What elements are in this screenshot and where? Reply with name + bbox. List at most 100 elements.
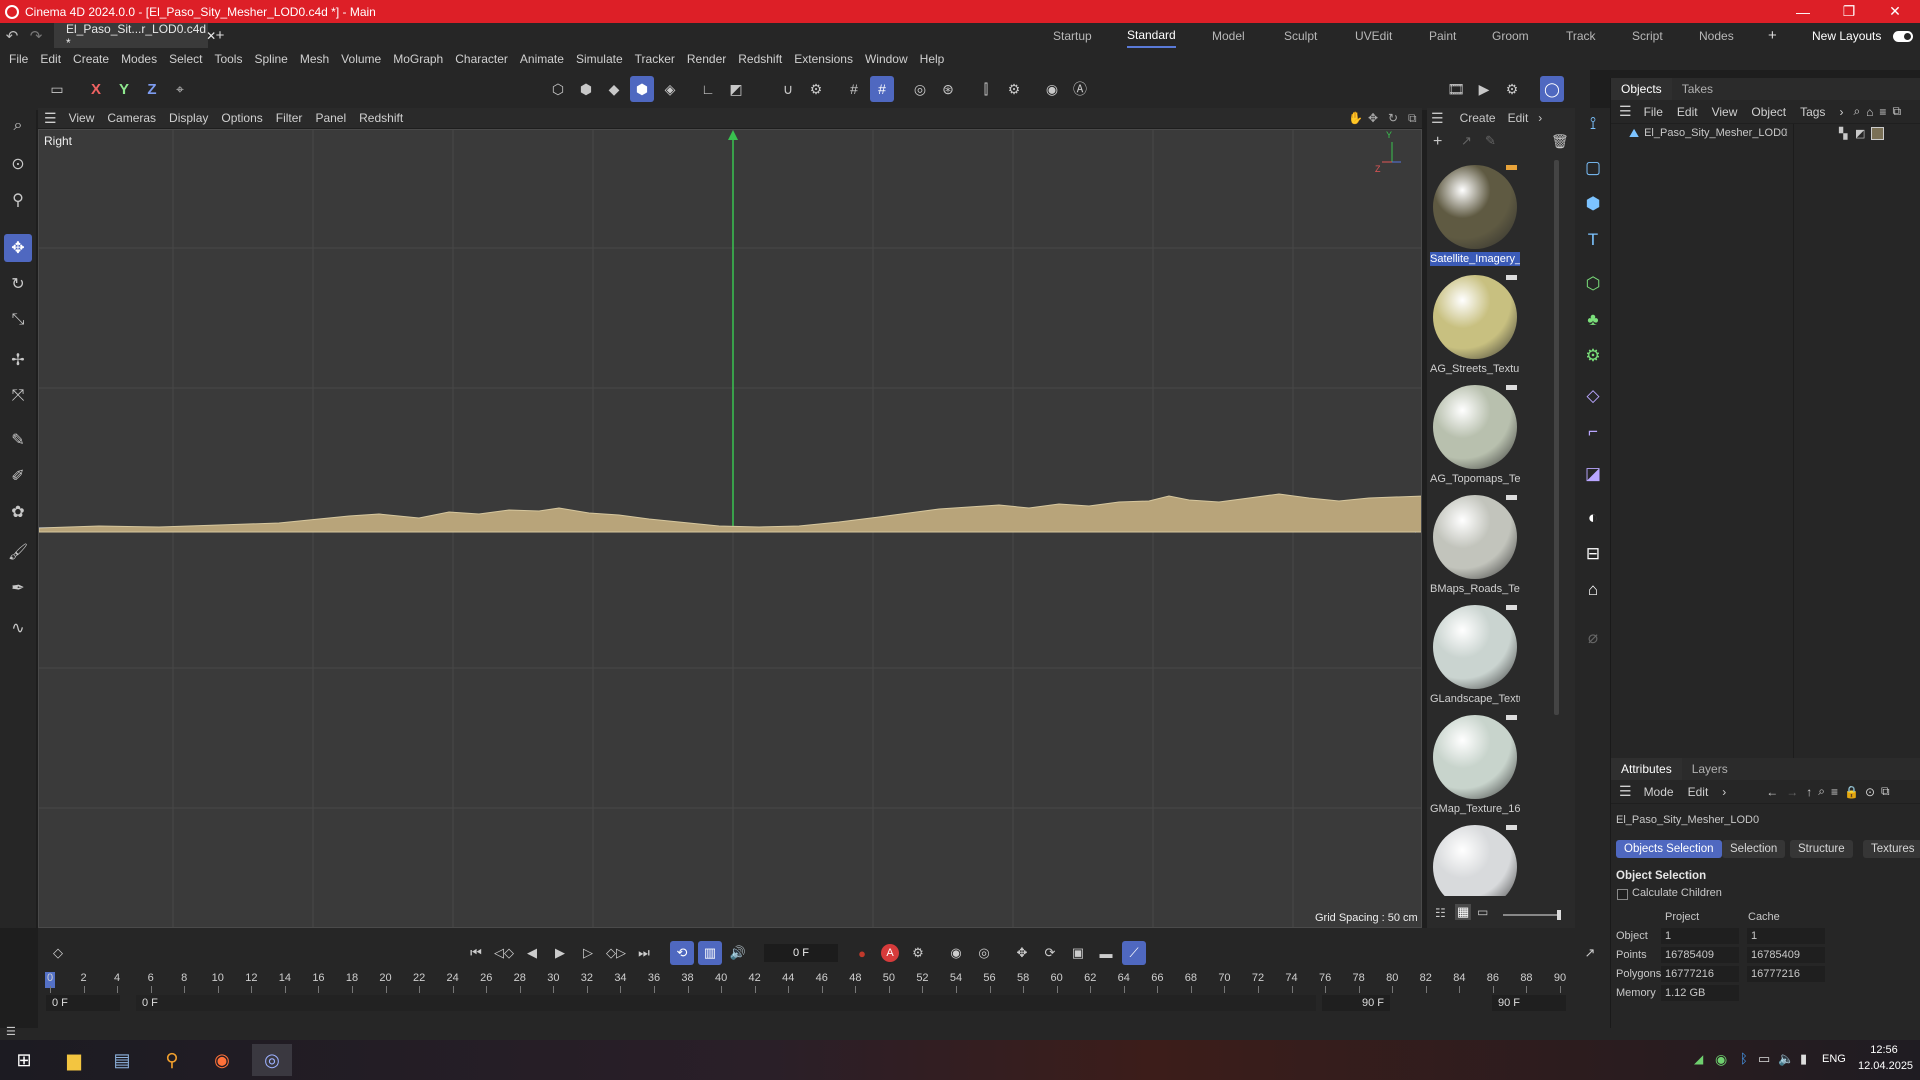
up-arrow-icon[interactable]: ↑ bbox=[1806, 785, 1812, 799]
viewport-menu-options[interactable]: Options bbox=[221, 111, 262, 125]
soft-selection-icon[interactable]: ◎ bbox=[908, 76, 932, 102]
tweak-mode-icon[interactable]: ⊛ bbox=[936, 76, 960, 102]
transform-tool-icon[interactable]: ✢ bbox=[4, 346, 32, 374]
objects-menu-edit[interactable]: Edit bbox=[1677, 105, 1698, 119]
scale-tool-icon[interactable]: ⤡ bbox=[4, 306, 32, 334]
menu-create[interactable]: Create bbox=[73, 52, 109, 66]
material-menu-create[interactable]: Create bbox=[1460, 111, 1496, 125]
lock-icon[interactable]: 🔒 bbox=[1844, 785, 1859, 799]
uvw-tag-icon[interactable]: ◩ bbox=[1855, 127, 1865, 140]
viewport-menu-display[interactable]: Display bbox=[169, 111, 208, 125]
timeline-window-icon[interactable]: ↗ bbox=[1578, 941, 1602, 965]
viewport-rotate-icon[interactable]: ↻ bbox=[1388, 111, 1398, 125]
current-frame-field[interactable]: 0 F bbox=[764, 944, 838, 962]
spline-smooth-icon[interactable]: ∿ bbox=[4, 614, 32, 642]
menu-spline[interactable]: Spline bbox=[254, 52, 287, 66]
texture-tag-icon[interactable] bbox=[1871, 126, 1884, 140]
new-layouts-label[interactable]: New Layouts bbox=[1812, 23, 1881, 48]
next-key-icon[interactable]: ◇▷ bbox=[604, 941, 628, 965]
layout-tab-paint[interactable]: Paint bbox=[1429, 23, 1456, 48]
document-tab[interactable]: El_Paso_Sit...r_LOD0.c4d * ✕ bbox=[54, 22, 216, 50]
menu-volume[interactable]: Volume bbox=[341, 52, 381, 66]
maximize-button[interactable]: ❐ bbox=[1826, 0, 1872, 23]
previous-frame-icon[interactable]: ◀ bbox=[520, 941, 544, 965]
attributes-filter-icon[interactable]: ≡ bbox=[1831, 785, 1838, 799]
objects-menu-more-icon[interactable]: › bbox=[1839, 105, 1843, 119]
status-tray-icon[interactable]: ◉ bbox=[1715, 1051, 1727, 1068]
menu-mesh[interactable]: Mesh bbox=[300, 52, 329, 66]
layout-tab-standard[interactable]: Standard bbox=[1127, 23, 1176, 48]
grid-view-icon[interactable]: ▦ bbox=[1455, 904, 1472, 920]
large-view-icon[interactable]: ▭ bbox=[1477, 905, 1488, 919]
spline-pen-icon[interactable]: ✎ bbox=[4, 426, 32, 454]
material-item[interactable] bbox=[1430, 822, 1520, 896]
motion-system-icon[interactable]: ▬ bbox=[1094, 941, 1118, 965]
menu-simulate[interactable]: Simulate bbox=[576, 52, 623, 66]
menu-select[interactable]: Select bbox=[169, 52, 202, 66]
render-view-icon[interactable]: 🎞 bbox=[1444, 76, 1468, 102]
null-object-icon[interactable]: ⟟ bbox=[1579, 110, 1607, 138]
layout-tab-model[interactable]: Model bbox=[1212, 23, 1245, 48]
layout-tab-script[interactable]: Script bbox=[1632, 23, 1663, 48]
polygon-pen-icon[interactable]: ✿ bbox=[4, 498, 32, 526]
light-icon[interactable]: ⌂ bbox=[1579, 576, 1607, 604]
material-hamburger-icon[interactable]: ☰ bbox=[1431, 110, 1444, 127]
new-layouts-toggle[interactable] bbox=[1893, 31, 1913, 42]
menu-redshift[interactable]: Redshift bbox=[738, 52, 782, 66]
param-key-icon[interactable]: ✥ bbox=[1010, 941, 1034, 965]
list-view-icon[interactable]: ☷ bbox=[1435, 906, 1446, 920]
viewport-menu-filter[interactable]: Filter bbox=[276, 111, 303, 125]
objects-new-window-icon[interactable]: ⧉ bbox=[1892, 104, 1901, 119]
start-frame-field-a[interactable]: 0 F bbox=[46, 995, 120, 1011]
new-document-icon[interactable]: + bbox=[208, 27, 232, 44]
uv-mode-icon[interactable]: ◈ bbox=[658, 76, 682, 102]
material-menu-edit[interactable]: Edit bbox=[1508, 111, 1529, 125]
auto-key-icon[interactable]: A bbox=[878, 941, 902, 965]
menu-tracker[interactable]: Tracker bbox=[635, 52, 675, 66]
viewport-menu-cameras[interactable]: Cameras bbox=[107, 111, 156, 125]
rotation-key-icon[interactable]: ◎ bbox=[972, 941, 996, 965]
redo-icon[interactable]: ↷ bbox=[24, 23, 48, 48]
objects-menu-tags[interactable]: Tags bbox=[1800, 105, 1825, 119]
cinema4d-taskbar-icon[interactable]: ◎ bbox=[252, 1044, 292, 1076]
subdivision-icon[interactable]: ⬡ bbox=[1579, 270, 1607, 298]
play-mode-icon[interactable]: ▥ bbox=[698, 941, 722, 965]
attributes-menu-edit[interactable]: Edit bbox=[1688, 785, 1709, 799]
add-layout-icon[interactable]: + bbox=[1768, 23, 1777, 48]
menu-edit[interactable]: Edit bbox=[40, 52, 61, 66]
menu-tools[interactable]: Tools bbox=[214, 52, 242, 66]
object-row[interactable]: ⛰ El_Paso_Sity_Mesher_LOD0 ⁚ ▚ ◩ bbox=[1611, 124, 1920, 142]
go-to-start-icon[interactable]: ⏮ bbox=[464, 941, 488, 965]
render-to-picture-viewer-icon[interactable]: ▶ bbox=[1472, 76, 1496, 102]
status-menu-icon[interactable]: ☰ bbox=[6, 1025, 16, 1038]
texture-mode-icon[interactable]: ◩ bbox=[724, 76, 748, 102]
position-key-icon[interactable]: ◉ bbox=[944, 941, 968, 965]
material-item[interactable]: GMap_Texture_16 bbox=[1430, 712, 1520, 816]
record-icon[interactable]: ● bbox=[850, 941, 874, 965]
battery-icon[interactable]: ▮ bbox=[1800, 1051, 1807, 1067]
symmetry-settings-icon[interactable]: ⚙ bbox=[1002, 76, 1026, 102]
loop-icon[interactable]: ⟲ bbox=[670, 941, 694, 965]
menu-file[interactable]: File bbox=[9, 52, 28, 66]
plane-object-icon[interactable]: ▢ bbox=[1579, 154, 1607, 182]
minimize-button[interactable]: — bbox=[1780, 0, 1826, 23]
render-settings-icon[interactable]: ⚙ bbox=[1500, 76, 1524, 102]
attributes-hamburger-icon[interactable]: ☰ bbox=[1619, 783, 1632, 800]
calculate-children-checkbox[interactable] bbox=[1617, 889, 1628, 900]
attributes-menu-mode[interactable]: Mode bbox=[1644, 785, 1674, 799]
layout-tab-sculpt[interactable]: Sculpt bbox=[1284, 23, 1317, 48]
snap-settings-icon[interactable]: ⚙ bbox=[804, 76, 828, 102]
preview-size-slider[interactable] bbox=[1503, 910, 1561, 920]
material-item[interactable]: AG_Streets_Textur bbox=[1430, 272, 1520, 376]
end-frame-field-a[interactable]: 90 F bbox=[1322, 995, 1390, 1011]
text-object-icon[interactable]: T bbox=[1579, 226, 1607, 254]
viewport-maximize-icon[interactable]: ⧉ bbox=[1408, 111, 1417, 126]
viewport-pan-icon[interactable]: ✋ bbox=[1348, 111, 1363, 125]
clock-date[interactable]: 12.04.2025 bbox=[1858, 1060, 1913, 1072]
attributes-menu-more-icon[interactable]: › bbox=[1722, 785, 1726, 799]
grid-snap-icon[interactable]: # bbox=[842, 76, 866, 102]
viewport-menu-view[interactable]: View bbox=[69, 111, 95, 125]
nvidia-tray-icon[interactable]: ◢ bbox=[1694, 1052, 1703, 1066]
axis-mode-icon[interactable]: ∟ bbox=[696, 76, 720, 102]
viewport-move-icon[interactable]: ✥ bbox=[1368, 111, 1378, 125]
